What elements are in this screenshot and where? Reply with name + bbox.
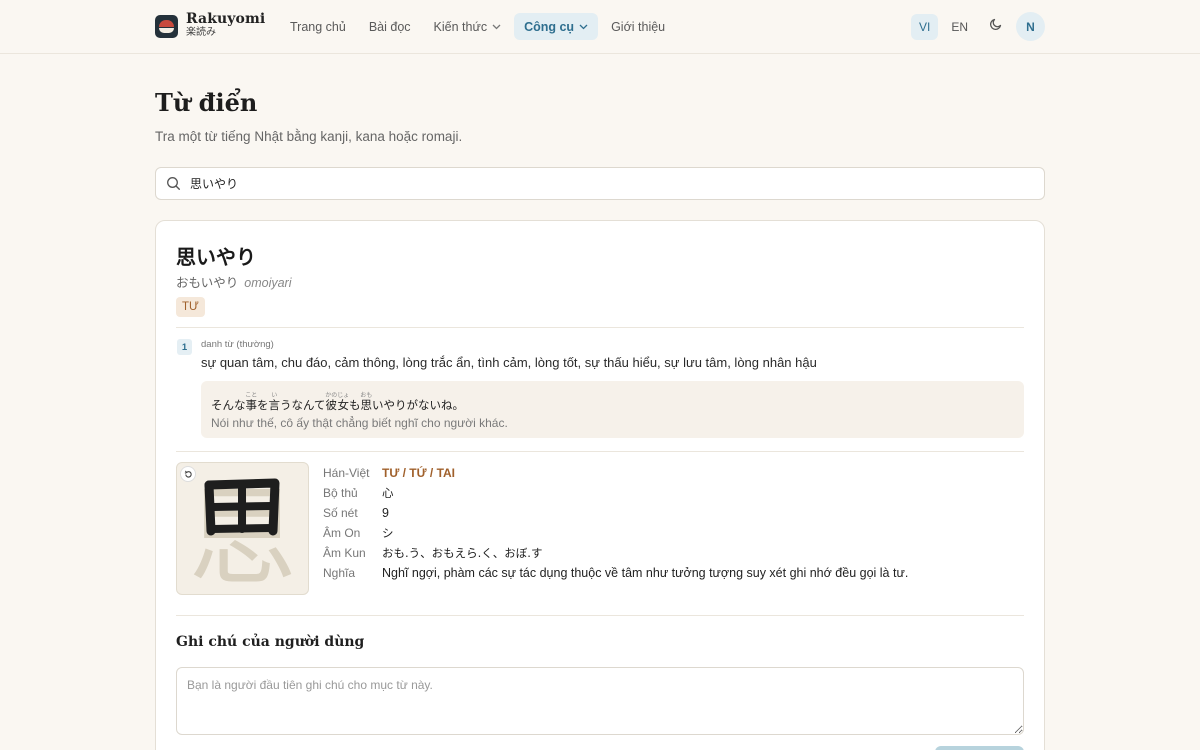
entry-word: 思いやり [176,245,256,269]
entry-card: 思いやり おもいやり omoiyari TƯ 1 danh từ (thường)… [155,220,1045,750]
chevron-down-icon [492,22,501,32]
moon-icon [989,17,1003,36]
sense-number-badge: 1 [177,339,192,355]
sense-gloss: sự quan tâm, chu đáo, cảm thông, lòng tr… [201,355,817,370]
example-japanese: そんな事ことを言いうなんて彼女かのじょも思おもいやりがないね。 [211,392,464,412]
main-nav: Trang chủ Bài đọc Kiến thức Công cụ Giới… [280,13,678,40]
lang-vi-button[interactable]: VI [910,13,939,40]
kanji-stroke-count: Số nét 9 [323,506,389,520]
brand-name: Rakuyomi [186,11,266,27]
kanji-stroke-overlay [204,478,280,536]
kanji-radical: Bộ thủ 心 [323,486,394,500]
nav-readings[interactable]: Bài đọc [359,13,421,40]
kanji-stroke-animation[interactable]: 思 [176,462,309,595]
kanji-meaning: Nghĩa Nghĩ ngợi, phàm các sự tác dụng thu… [323,566,909,580]
search-input[interactable] [190,168,1030,199]
divider [176,451,1024,452]
dictionary-search [155,167,1045,200]
page-subtitle: Tra một từ tiếng Nhật bằng kanji, kana h… [155,129,463,144]
example-sentence: そんな事ことを言いうなんて彼女かのじょも思おもいやりがないね。 Nói như … [201,381,1024,438]
chevron-down-icon [579,22,588,32]
dark-mode-toggle[interactable] [982,14,1010,40]
nav-knowledge-dropdown[interactable]: Kiến thức [424,13,512,40]
brand-logo[interactable]: Rakuyomi 楽読み [155,12,265,39]
nav-home[interactable]: Trang chủ [280,13,356,40]
divider [176,327,1024,328]
top-navbar: Rakuyomi 楽読み Trang chủ Bài đọc Kiến thức… [0,0,1200,54]
logo-icon [155,15,178,38]
kanji-han-viet: Hán-Việt TƯ / TỨ / TAI [323,466,456,480]
search-icon [166,176,181,196]
entry-kana: おもいやり [176,275,239,290]
kanji-info: Hán-Việt TƯ / TỨ / TAI Bộ thủ 心 Số nét 9 Âm… [323,463,908,583]
part-of-speech: danh từ (thường) [201,339,274,350]
user-avatar[interactable]: N [1016,12,1045,41]
header-tools: VI EN N [906,12,1045,41]
example-translation: Nói như thế, cô ấy thật chẳng biết nghĩ … [211,416,508,430]
brand-subtitle: 楽読み [186,27,216,38]
nav-tools-dropdown[interactable]: Công cụ [514,13,599,40]
divider [176,615,1024,616]
kanji-on-reading: Âm On シ [323,526,394,540]
lang-en-button[interactable]: EN [943,14,976,40]
user-notes-title: Ghi chú của người dùng [176,634,365,650]
page-title: Từ điển [155,88,258,117]
entry-romaji: omoiyari [244,276,292,290]
kanji-kun-reading: Âm Kun おも.う、おもえら.く、おぼ.す [323,546,543,560]
replay-icon[interactable] [180,466,196,482]
submit-note-button[interactable] [935,746,1024,750]
entry-reading: おもいやり omoiyari [176,272,292,291]
nav-about[interactable]: Giới thiệu [601,13,675,40]
user-note-input[interactable] [176,667,1024,735]
han-viet-tag[interactable]: TƯ [176,297,205,317]
